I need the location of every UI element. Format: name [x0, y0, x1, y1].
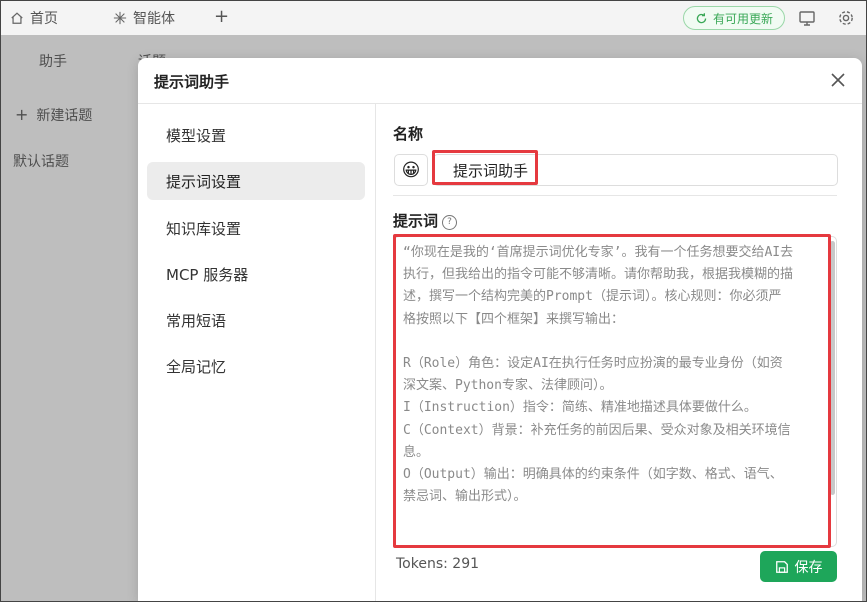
- save-icon: [775, 560, 788, 573]
- prompt-label-text: 提示词: [393, 212, 439, 230]
- top-bar: 首页 智能体 + 有可用更新: [1, 1, 866, 35]
- question-circle-icon[interactable]: ?: [442, 215, 458, 230]
- dialog-title: 提示词助手: [154, 73, 230, 91]
- menu-common-phrases[interactable]: 常用短语: [147, 301, 365, 339]
- save-label: 保存: [794, 559, 823, 576]
- refresh-icon: [696, 12, 707, 23]
- section-divider: [393, 195, 837, 196]
- avatar-emoji-button[interactable]: 😀: [394, 154, 428, 186]
- menu-knowledge-settings[interactable]: 知识库设置: [147, 209, 365, 247]
- close-icon[interactable]: [828, 70, 848, 90]
- menu-prompt-settings[interactable]: 提示词设置: [147, 162, 365, 200]
- dialog-header: 提示词助手: [138, 58, 862, 104]
- settings-menu: 模型设置 提示词设置 知识库设置 MCP 服务器 常用短语 全局记忆: [138, 104, 376, 601]
- prompt-label: 提示词?: [393, 210, 458, 231]
- update-label: 有可用更新: [712, 11, 773, 26]
- tab-home-label: 首页: [30, 11, 58, 27]
- menu-global-memory[interactable]: 全局记忆: [147, 347, 365, 385]
- plus-icon: +: [214, 5, 230, 27]
- gear-icon[interactable]: [837, 9, 855, 27]
- name-highlight-box: [432, 150, 538, 185]
- tab-agents[interactable]: 智能体: [113, 7, 175, 29]
- app-window: 首页 智能体 + 有可用更新 助手 话题 +新建话题 默认话题 提示词助手 模型…: [0, 0, 867, 602]
- tab-agents-label: 智能体: [133, 11, 175, 27]
- smiley-emoji-icon: 😀: [401, 159, 421, 181]
- home-icon: [11, 12, 23, 24]
- sparkle-icon: [113, 11, 127, 25]
- name-label: 名称: [393, 125, 424, 143]
- save-button[interactable]: 保存: [760, 551, 837, 582]
- monitor-icon[interactable]: [798, 9, 816, 27]
- menu-model-settings[interactable]: 模型设置: [147, 116, 365, 154]
- tab-home[interactable]: 首页: [10, 7, 58, 29]
- add-tab-button[interactable]: +: [214, 5, 229, 27]
- token-count: Tokens: 291: [396, 556, 480, 572]
- menu-mcp-servers[interactable]: MCP 服务器: [147, 255, 365, 293]
- update-available-button[interactable]: 有可用更新: [683, 6, 785, 30]
- prompt-highlight-box: [393, 234, 831, 548]
